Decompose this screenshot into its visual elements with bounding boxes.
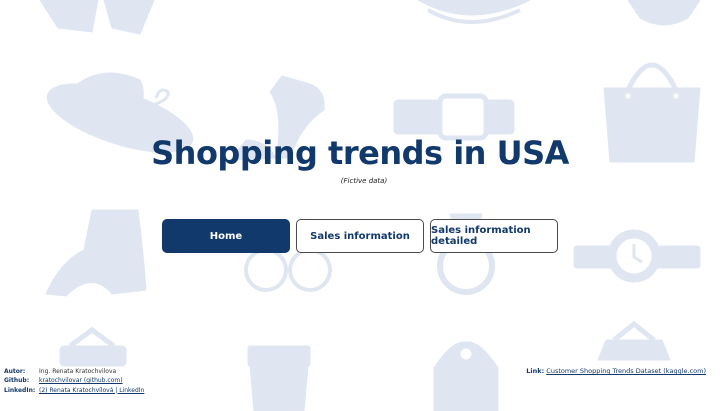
home-button[interactable]: Home bbox=[162, 219, 290, 253]
hanger-icon bbox=[59, 326, 127, 367]
author-label: Autor: bbox=[4, 368, 26, 375]
sales-information-detailed-button[interactable]: Sales information detailed bbox=[430, 219, 558, 253]
belt-icon bbox=[393, 93, 515, 141]
linkedin-label: LinkedIn: bbox=[4, 386, 36, 394]
author-info: Autor: Ing. Renata Kratochvilova Github:… bbox=[4, 367, 144, 395]
dataset-link-info: Link: Customer Shopping Trends Dataset (… bbox=[526, 367, 706, 375]
pants-icon bbox=[247, 345, 311, 411]
author-value: Ing. Renata Kratochvilova bbox=[39, 368, 117, 375]
jacket-icon bbox=[39, 0, 155, 35]
linkedin-link[interactable]: (2) Renata Kratochvílová | LinkedIn bbox=[39, 386, 144, 395]
bowl-icon bbox=[416, 0, 531, 24]
github-link[interactable]: kratochvilovar (github.com) bbox=[39, 376, 123, 385]
swimsuit-icon bbox=[627, 0, 701, 26]
coat-icon bbox=[433, 341, 499, 411]
wristwatch-icon bbox=[573, 229, 701, 283]
dataset-link[interactable]: Customer Shopping Trends Dataset (kaggle… bbox=[546, 367, 706, 375]
background-icons bbox=[39, 0, 701, 411]
glasses-icon bbox=[244, 248, 332, 292]
sales-information-button[interactable]: Sales information bbox=[296, 219, 424, 253]
hanger-icon bbox=[597, 320, 671, 361]
github-label: Github: bbox=[4, 377, 30, 385]
page-title: Shopping trends in USA bbox=[151, 134, 569, 172]
dataset-link-label: Link: bbox=[526, 367, 545, 375]
page-subtitle: (Fictive data) bbox=[340, 177, 388, 185]
boot-icon bbox=[45, 209, 147, 297]
